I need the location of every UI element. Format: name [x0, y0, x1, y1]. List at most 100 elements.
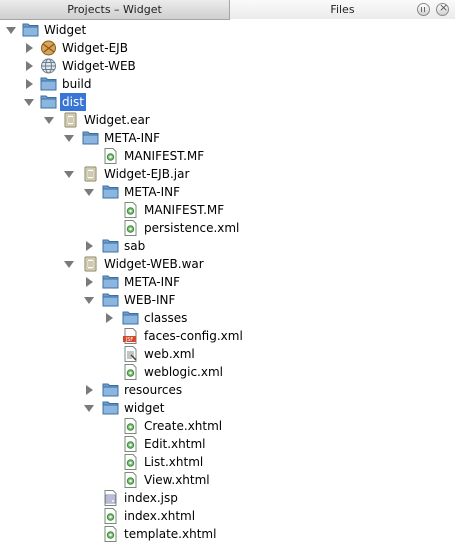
tree-node-label: classes: [144, 311, 188, 325]
collapse-arrow-icon[interactable]: [64, 255, 74, 273]
tree-node[interactable]: sab: [0, 237, 455, 255]
folder-icon: [22, 22, 39, 38]
folder-icon: [102, 400, 119, 416]
tree-node[interactable]: Widget-EJB.jar: [0, 165, 455, 183]
folder-icon: [122, 310, 139, 326]
tree-node[interactable]: Widget-WEB.war: [0, 255, 455, 273]
ejb-module-icon: [40, 40, 57, 56]
tree-node[interactable]: index.xhtml: [0, 507, 455, 525]
tree-node-label: Edit.xhtml: [144, 437, 206, 451]
tree-node-label: sab: [124, 239, 146, 253]
folder-icon: [82, 130, 99, 146]
tree-node-label: Widget-EJB: [62, 41, 128, 55]
xml-file-icon: [102, 508, 119, 524]
minimize-window-icon[interactable]: [417, 3, 431, 16]
tab-bar: Projects – Widget Files: [0, 0, 455, 20]
archive-icon: [82, 166, 99, 182]
tree-node-label: MANIFEST.MF: [124, 149, 205, 163]
collapse-arrow-icon[interactable]: [6, 21, 16, 39]
tree-node[interactable]: Widget-EJB: [0, 39, 455, 57]
tree-node[interactable]: JSF faces-config.xml: [0, 327, 455, 345]
tree-node[interactable]: List.xhtml: [0, 453, 455, 471]
tree-node[interactable]: index.jsp: [0, 489, 455, 507]
tree-node[interactable]: Edit.xhtml: [0, 435, 455, 453]
tree-node-label: WEB-INF: [124, 293, 176, 307]
collapse-arrow-icon[interactable]: [84, 291, 94, 309]
tree-node[interactable]: template.xhtml: [0, 525, 455, 543]
expand-arrow-icon[interactable]: [84, 381, 94, 399]
collapse-arrow-icon[interactable]: [44, 111, 54, 129]
tree-node[interactable]: persistence.xml: [0, 219, 455, 237]
tree-node-label: META-INF: [104, 131, 161, 145]
tree-node[interactable]: Widget.ear: [0, 111, 455, 129]
tree-node-label: index.xhtml: [124, 509, 196, 523]
tree-node[interactable]: META-INF: [0, 183, 455, 201]
collapse-arrow-icon[interactable]: [64, 165, 74, 183]
xml-file-icon: [122, 202, 139, 218]
tree-node[interactable]: classes: [0, 309, 455, 327]
xml-file-icon: [122, 364, 139, 380]
expand-arrow-icon[interactable]: [84, 237, 94, 255]
tab-projects[interactable]: Projects – Widget: [0, 0, 230, 19]
folder-icon: [102, 184, 119, 200]
folder-icon: [40, 76, 57, 92]
xml-file-icon: [122, 418, 139, 434]
close-window-icon[interactable]: [436, 1, 449, 16]
archive-icon: [62, 112, 79, 128]
tree-node-label: META-INF: [124, 185, 181, 199]
tree-node[interactable]: META-INF: [0, 129, 455, 147]
collapse-arrow-icon[interactable]: [84, 399, 94, 417]
tree-node-label: META-INF: [124, 275, 181, 289]
expand-arrow-icon[interactable]: [24, 75, 34, 93]
tree-node-label: weblogic.xml: [144, 365, 223, 379]
tree-node-label: MANIFEST.MF: [144, 203, 225, 217]
folder-icon: [40, 94, 57, 110]
tree-node-label: Widget: [44, 23, 87, 37]
tree-node[interactable]: META-INF: [0, 273, 455, 291]
web-xml-icon: [122, 346, 139, 362]
tree-node[interactable]: Create.xhtml: [0, 417, 455, 435]
tree-node[interactable]: MANIFEST.MF: [0, 147, 455, 165]
tree-node-label: faces-config.xml: [144, 329, 243, 343]
collapse-arrow-icon[interactable]: [24, 93, 34, 111]
folder-icon: [102, 274, 119, 290]
xml-file-icon: [122, 454, 139, 470]
expand-arrow-icon[interactable]: [84, 273, 94, 291]
jsf-config-icon: JSF: [122, 328, 139, 344]
tree-node-label: List.xhtml: [144, 455, 204, 469]
xml-file-icon: [102, 148, 119, 164]
tree-node[interactable]: build: [0, 75, 455, 93]
tree-node[interactable]: widget: [0, 399, 455, 417]
tree-node-label: build: [62, 77, 92, 91]
archive-icon: [82, 256, 99, 272]
tree-node-label: resources: [124, 383, 183, 397]
tree-node[interactable]: resources: [0, 381, 455, 399]
tree-node-label: dist: [60, 93, 86, 111]
tree-node-label: View.xhtml: [144, 473, 210, 487]
web-module-icon: [40, 58, 57, 74]
tree-node[interactable]: Widget-WEB: [0, 57, 455, 75]
svg-text:JSF: JSF: [125, 337, 134, 343]
tree-node[interactable]: Widget: [0, 21, 455, 39]
expand-arrow-icon[interactable]: [24, 39, 34, 57]
jsp-file-icon: [102, 490, 119, 506]
tree-node[interactable]: dist: [0, 93, 455, 111]
tree-node-label: Widget-EJB.jar: [104, 167, 190, 181]
tree-node-label: template.xhtml: [124, 527, 217, 541]
collapse-arrow-icon[interactable]: [64, 129, 74, 147]
tree-node[interactable]: MANIFEST.MF: [0, 201, 455, 219]
xml-file-icon: [122, 220, 139, 236]
expand-arrow-icon[interactable]: [24, 57, 34, 75]
expand-arrow-icon[interactable]: [104, 309, 114, 327]
tree-node-label: Create.xhtml: [144, 419, 223, 433]
window-controls: [415, 1, 449, 16]
tree-node[interactable]: web.xml: [0, 345, 455, 363]
tree-node[interactable]: weblogic.xml: [0, 363, 455, 381]
collapse-arrow-icon[interactable]: [84, 183, 94, 201]
folder-icon: [102, 382, 119, 398]
tree-node-label: Widget.ear: [84, 113, 150, 127]
tree-node-label: persistence.xml: [144, 221, 240, 235]
tree-node[interactable]: WEB-INF: [0, 291, 455, 309]
tree-node[interactable]: View.xhtml: [0, 471, 455, 489]
tree-node-label: web.xml: [144, 347, 195, 361]
